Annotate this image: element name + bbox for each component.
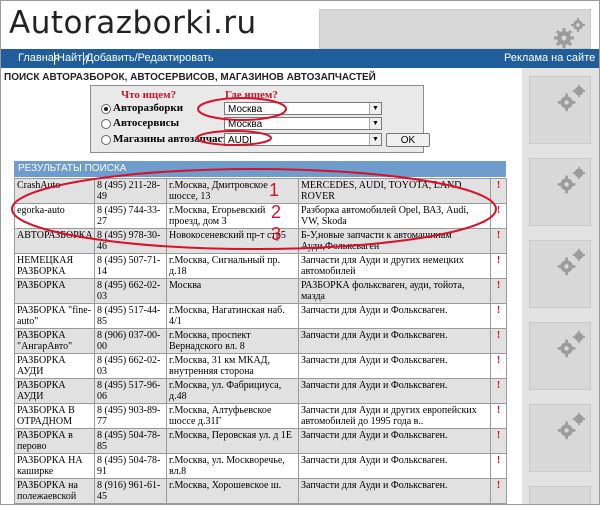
annotation-circle-results xyxy=(11,168,497,250)
annotation-number-3: 3 xyxy=(271,224,282,244)
page: Autorazborki.ru Главная Найти Добавить/Р… xyxy=(0,0,600,505)
annotation-number-1: 1 xyxy=(269,180,280,200)
annotation-circle-city xyxy=(197,97,287,121)
annotation-circle-brand xyxy=(196,130,272,146)
annotation-overlay xyxy=(11,97,497,250)
annotation-number-2: 2 xyxy=(271,202,282,222)
